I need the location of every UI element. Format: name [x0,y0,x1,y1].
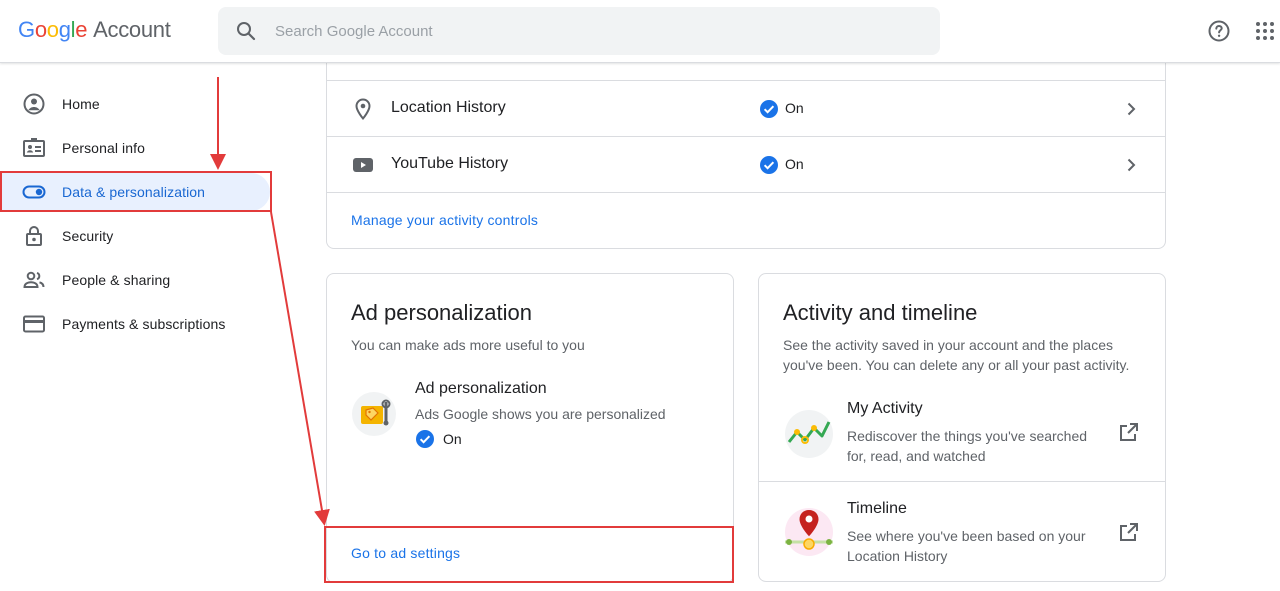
sidebar-item-label: Personal info [62,140,146,156]
logo-letter: e [75,17,88,42]
people-icon [23,271,45,288]
timeline-desc-line: See where you've been based on your [847,528,1086,544]
sidebar-item-label: Payments & subscriptions [62,316,226,332]
ad-personalization-card: Ad personalization You can make ads more… [326,273,734,583]
app-header: Google Account [0,0,1280,63]
open-in-new-icon[interactable] [1117,420,1141,444]
check-circle-icon [416,430,434,448]
card-subtitle: See the activity saved in your account a… [783,335,1129,375]
search-bar[interactable] [218,7,940,55]
card-subtitle-line: you've been. You can delete any or all y… [783,357,1130,373]
lock-icon [26,226,42,246]
card-divider [327,526,733,527]
activity-control-label: Location History [391,99,506,116]
logo-letter: G [18,17,35,42]
search-input[interactable] [275,22,875,40]
my-activity-desc-line: for, read, and watched [847,448,986,464]
logo-account-text: Account [93,17,171,42]
sidebar-item-label: Home [62,96,100,112]
home-icon [23,93,45,115]
ad-personalization-icon [352,392,396,436]
logo-letter: g [58,17,71,42]
check-circle-icon [760,156,778,174]
search-icon[interactable] [234,19,258,43]
timeline-row[interactable]: Timeline See where you've been based on … [759,482,1165,582]
my-activity-row[interactable]: My Activity Rediscover the things you've… [759,386,1165,482]
my-activity-icon [785,410,833,458]
manage-activity-row: Manage your activity controls [327,192,1165,248]
check-circle-icon [760,100,778,118]
google-account-logo[interactable]: Google Account [18,17,171,43]
sidebar-item-label: Data & personalization [62,184,206,200]
go-to-ad-settings-link[interactable]: Go to ad settings [351,545,460,561]
logo-letter: o [46,17,59,42]
apps-icon[interactable] [1253,19,1277,43]
sidebar-item-label: Security [62,228,114,244]
sidebar-item-personal-info[interactable]: Personal info [0,129,270,167]
activity-timeline-card: Activity and timeline See the activity s… [758,273,1166,582]
card-subtitle-line: See the activity saved in your account a… [783,337,1113,353]
toggle-icon [22,185,46,199]
my-activity-title: My Activity [847,400,923,417]
timeline-desc: See where you've been based on your Loca… [847,526,1086,566]
card-title: Activity and timeline [783,300,978,325]
help-icon[interactable] [1207,19,1231,43]
activity-control-status: On [785,156,804,172]
location-pin-icon [355,98,371,121]
ad-personalization-item-desc: Ads Google shows you are personalized [415,406,666,422]
card-title: Ad personalization [351,300,533,325]
sidebar-item-home[interactable]: Home [0,85,270,123]
my-activity-desc-line: Rediscover the things you've searched [847,428,1088,444]
timeline-title: Timeline [847,500,907,517]
activity-control-status: On [785,100,804,116]
activity-control-label: YouTube History [391,155,509,172]
sidebar-item-people-sharing[interactable]: People & sharing [0,261,270,299]
sidebar-item-data-personalization[interactable]: Data & personalization [0,173,270,211]
timeline-desc-line: Location History [847,548,948,564]
chevron-right-icon[interactable] [1119,97,1143,121]
credit-card-icon [23,315,45,333]
annotation-arrow-diagonal [270,211,330,526]
timeline-icon [785,508,833,556]
activity-control-row[interactable]: YouTube History On [327,136,1165,192]
activity-control-row[interactable]: Location History On [327,80,1165,136]
sidebar-item-security[interactable]: Security [0,217,270,255]
manage-activity-controls-link[interactable]: Manage your activity controls [351,212,538,228]
my-activity-desc: Rediscover the things you've searched fo… [847,426,1087,466]
sidebar-item-label: People & sharing [62,272,171,288]
id-card-icon [23,138,45,157]
open-in-new-icon[interactable] [1117,520,1141,544]
sidebar-item-payments[interactable]: Payments & subscriptions [0,305,270,343]
logo-letter: o [34,17,47,42]
youtube-icon [353,158,373,172]
ad-personalization-status: On [443,431,462,447]
chevron-right-icon[interactable] [1119,153,1143,177]
card-subtitle: You can make ads more useful to you [351,337,585,353]
ad-personalization-item-title: Ad personalization [415,380,547,397]
